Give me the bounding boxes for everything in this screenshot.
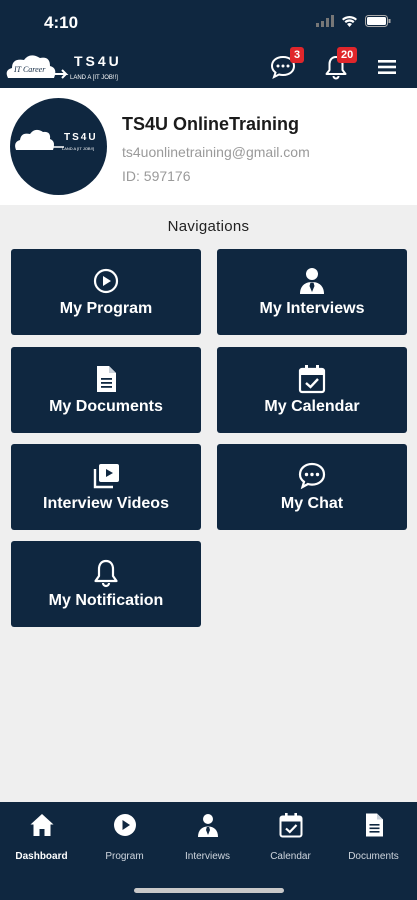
status-icons — [316, 15, 391, 27]
calendar-check-icon — [298, 365, 326, 394]
bell-icon — [94, 559, 118, 588]
my-documents-tile[interactable]: My Documents — [11, 347, 201, 433]
my-program-tile[interactable]: My Program — [11, 249, 201, 335]
avatar: TS4U LAND A [IT JOB!!] — [10, 98, 107, 195]
my-interviews-tile[interactable]: My Interviews — [217, 249, 407, 335]
notification-badge: 20 — [337, 47, 358, 63]
home-indicator[interactable] — [134, 888, 284, 893]
tab-label: Interviews — [184, 851, 230, 862]
svg-text:LAND A [IT JOB!!]: LAND A [IT JOB!!] — [62, 146, 94, 151]
svg-text:TS4U: TS4U — [64, 132, 98, 143]
navigations-heading: Navigations — [167, 218, 250, 235]
tile-label: My Calendar — [264, 398, 360, 415]
tab-dashboard[interactable]: Dashboard — [0, 812, 83, 864]
app-header: 4:10 IT Career TS4U LAND A [IT JOB!!] 3 … — [0, 0, 417, 88]
home-icon — [30, 814, 53, 836]
status-time: 4:10 — [44, 13, 79, 32]
profile-name: TS4U OnlineTraining — [122, 114, 300, 134]
video-library-icon — [93, 464, 119, 489]
my-notification-tile[interactable]: My Notification — [11, 541, 201, 627]
document-icon — [97, 366, 116, 392]
interview-videos-tile[interactable]: Interview Videos — [11, 444, 201, 530]
chat-bubble-icon — [298, 462, 326, 490]
play-circle-icon — [93, 268, 119, 294]
document-icon — [365, 813, 383, 837]
tab-label: Calendar — [270, 851, 311, 862]
tile-label: My Documents — [49, 398, 163, 415]
tile-label: My Chat — [280, 495, 344, 512]
tab-calendar[interactable]: Calendar — [249, 812, 332, 864]
profile-id: ID: 597176 — [122, 168, 191, 184]
menu-icon[interactable] — [374, 54, 400, 80]
tile-label: My Notification — [48, 592, 164, 609]
battery-icon — [365, 15, 391, 27]
tab-label: Program — [105, 851, 144, 862]
ts4u-logo[interactable]: IT Career TS4U LAND A [IT JOB!!] — [4, 50, 146, 84]
tab-label: Documents — [348, 851, 399, 862]
my-calendar-tile[interactable]: My Calendar — [217, 347, 407, 433]
svg-text:IT Career: IT Career — [13, 65, 46, 74]
wifi-icon — [342, 16, 357, 27]
my-chat-tile[interactable]: My Chat — [217, 444, 407, 530]
tab-label: Dashboard — [15, 851, 68, 862]
tile-label: Interview Videos — [43, 495, 169, 512]
person-tie-icon — [300, 268, 324, 294]
calendar-check-icon — [279, 813, 302, 838]
tab-documents[interactable]: Documents — [332, 812, 415, 864]
svg-text:LAND A [IT JOB!!]: LAND A [IT JOB!!] — [70, 75, 118, 81]
tab-program[interactable]: Program — [83, 812, 166, 864]
tab-interviews[interactable]: Interviews — [166, 812, 249, 864]
tile-label: My Interviews — [259, 300, 365, 317]
profile-email: ts4uonlinetraining@gmail.com — [122, 144, 310, 160]
bottom-tab-bar: Dashboard Program Interviews Calendar Do… — [0, 802, 417, 900]
signal-icon — [316, 15, 334, 27]
play-circle-icon — [113, 814, 136, 836]
tile-label: My Program — [59, 300, 153, 317]
profile-card[interactable]: TS4U LAND A [IT JOB!!] TS4U OnlineTraini… — [0, 88, 417, 205]
svg-text:TS4U: TS4U — [74, 53, 122, 69]
person-tie-icon — [197, 814, 218, 837]
chat-badge: 3 — [290, 47, 305, 63]
